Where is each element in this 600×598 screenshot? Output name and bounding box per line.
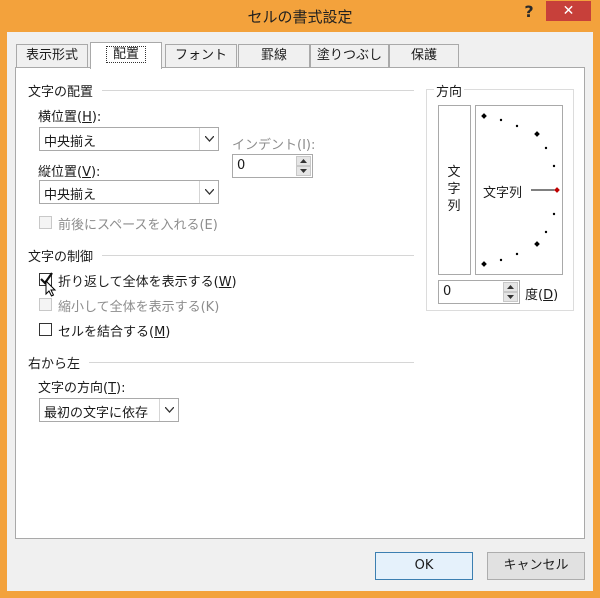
tab-alignment[interactable]: 配置 [90,42,162,69]
tab-label: 配置 [105,46,146,63]
distributed-checkbox[interactable] [39,216,52,229]
text-alignment-group-title: 文字の配置 [28,85,94,100]
vertical-align-select[interactable]: 中央揃え [39,180,219,204]
indent-value[interactable]: 0 [237,158,245,173]
vertical-char: 字 [447,182,461,197]
degrees-accesskey: D [543,288,554,303]
degrees-label: 度(D) [525,288,559,303]
shrink-to-fit-label: 縮小して全体を表示する(K) [58,300,220,315]
spin-down-icon[interactable] [296,166,311,176]
close-button[interactable]: ✕ [546,1,591,21]
orientation-dial[interactable]: 文字列 [475,105,563,275]
tab-label: 保護 [410,48,437,63]
text-control-group-title: 文字の制御 [28,250,94,265]
vertical-label: 縦位置(V): [38,165,101,180]
merge-cells-label-text: セルを結合する( [58,325,155,340]
group-divider [102,90,414,91]
distributed-label: 前後にスペースを入れる(E) [58,218,218,233]
horizontal-accesskey: H [82,110,92,125]
dialog-window: セルの書式設定 ? ✕ 表示形式 配置 フォント 罫線 塗りつぶし 保護 文字の… [0,0,600,598]
wrap-text-label: 折り返して全体を表示する(W) [58,275,237,290]
vertical-text-button[interactable]: 文 字 列 [438,105,471,275]
chevron-down-icon[interactable] [199,181,218,203]
spin-down-icon[interactable] [503,292,518,302]
vertical-text-label: 文 字 列 [447,164,461,215]
degrees-label-text: 度( [525,288,544,303]
ok-button[interactable]: OK [375,552,473,580]
mouse-cursor-icon [45,280,57,297]
shrink-to-fit-checkbox[interactable] [39,298,52,311]
chevron-down-icon[interactable] [199,128,218,150]
degrees-spinner[interactable]: 0 [438,280,520,304]
wrap-text-accesskey: W [218,275,232,290]
vertical-char: 文 [447,165,461,180]
horizontal-align-select[interactable]: 中央揃え [39,127,219,151]
horizontal-label: 横位置(H): [38,110,102,125]
dial-text-label: 文字列 [483,186,523,201]
group-divider [102,255,414,256]
indent-spinner[interactable]: 0 [232,154,313,178]
wrap-text-label-text: 折り返して全体を表示する( [58,275,219,290]
tab-font[interactable]: フォント [165,44,237,67]
indent-label: インデント(I): [232,138,316,153]
tab-border[interactable]: 罫線 [238,44,310,67]
dialog-title: セルの書式設定 [247,8,353,26]
vertical-char: 列 [447,199,461,214]
cancel-button[interactable]: キャンセル [487,552,585,580]
orientation-group-title: 方向 [434,81,465,100]
merge-cells-label: セルを結合する(M) [58,325,171,340]
text-direction-value: 最初の文字に依存 [44,406,149,421]
tab-label: 表示形式 [25,48,78,63]
vertical-accesskey: V [82,165,91,180]
degrees-value[interactable]: 0 [443,284,451,299]
text-direction-accesskey: T [108,381,117,396]
text-direction-select[interactable]: 最初の文字に依存 [39,398,179,422]
text-direction-label-text: 文字の方向( [38,381,109,396]
tab-fill[interactable]: 塗りつぶし [310,44,389,67]
merge-cells-checkbox[interactable] [39,323,52,336]
alignment-panel: 文字の配置 横位置(H): 中央揃え インデント(I): 0 縦位置(V): 中… [15,67,585,539]
text-direction-label: 文字の方向(T): [38,381,126,396]
dialog-body: 表示形式 配置 フォント 罫線 塗りつぶし 保護 文字の配置 横位置(H): 中… [7,32,593,591]
rtl-group-title: 右から左 [28,357,81,372]
vertical-align-value: 中央揃え [44,188,97,203]
title-bar[interactable]: セルの書式設定 ? ✕ [0,0,600,32]
tab-label: フォント [174,48,227,63]
tab-protection[interactable]: 保護 [389,44,459,67]
help-button[interactable]: ? [518,2,540,26]
chevron-down-icon[interactable] [159,399,178,421]
merge-cells-accesskey: M [154,325,166,340]
tab-label: 塗りつぶし [316,48,383,63]
group-divider [89,362,414,363]
horizontal-align-value: 中央揃え [44,135,97,150]
horizontal-label-text: 横位置( [38,110,83,125]
spin-up-icon[interactable] [296,156,311,166]
tab-label: 罫線 [260,48,287,63]
vertical-label-text: 縦位置( [38,165,83,180]
spin-up-icon[interactable] [503,282,518,292]
tab-number-format[interactable]: 表示形式 [16,44,88,67]
